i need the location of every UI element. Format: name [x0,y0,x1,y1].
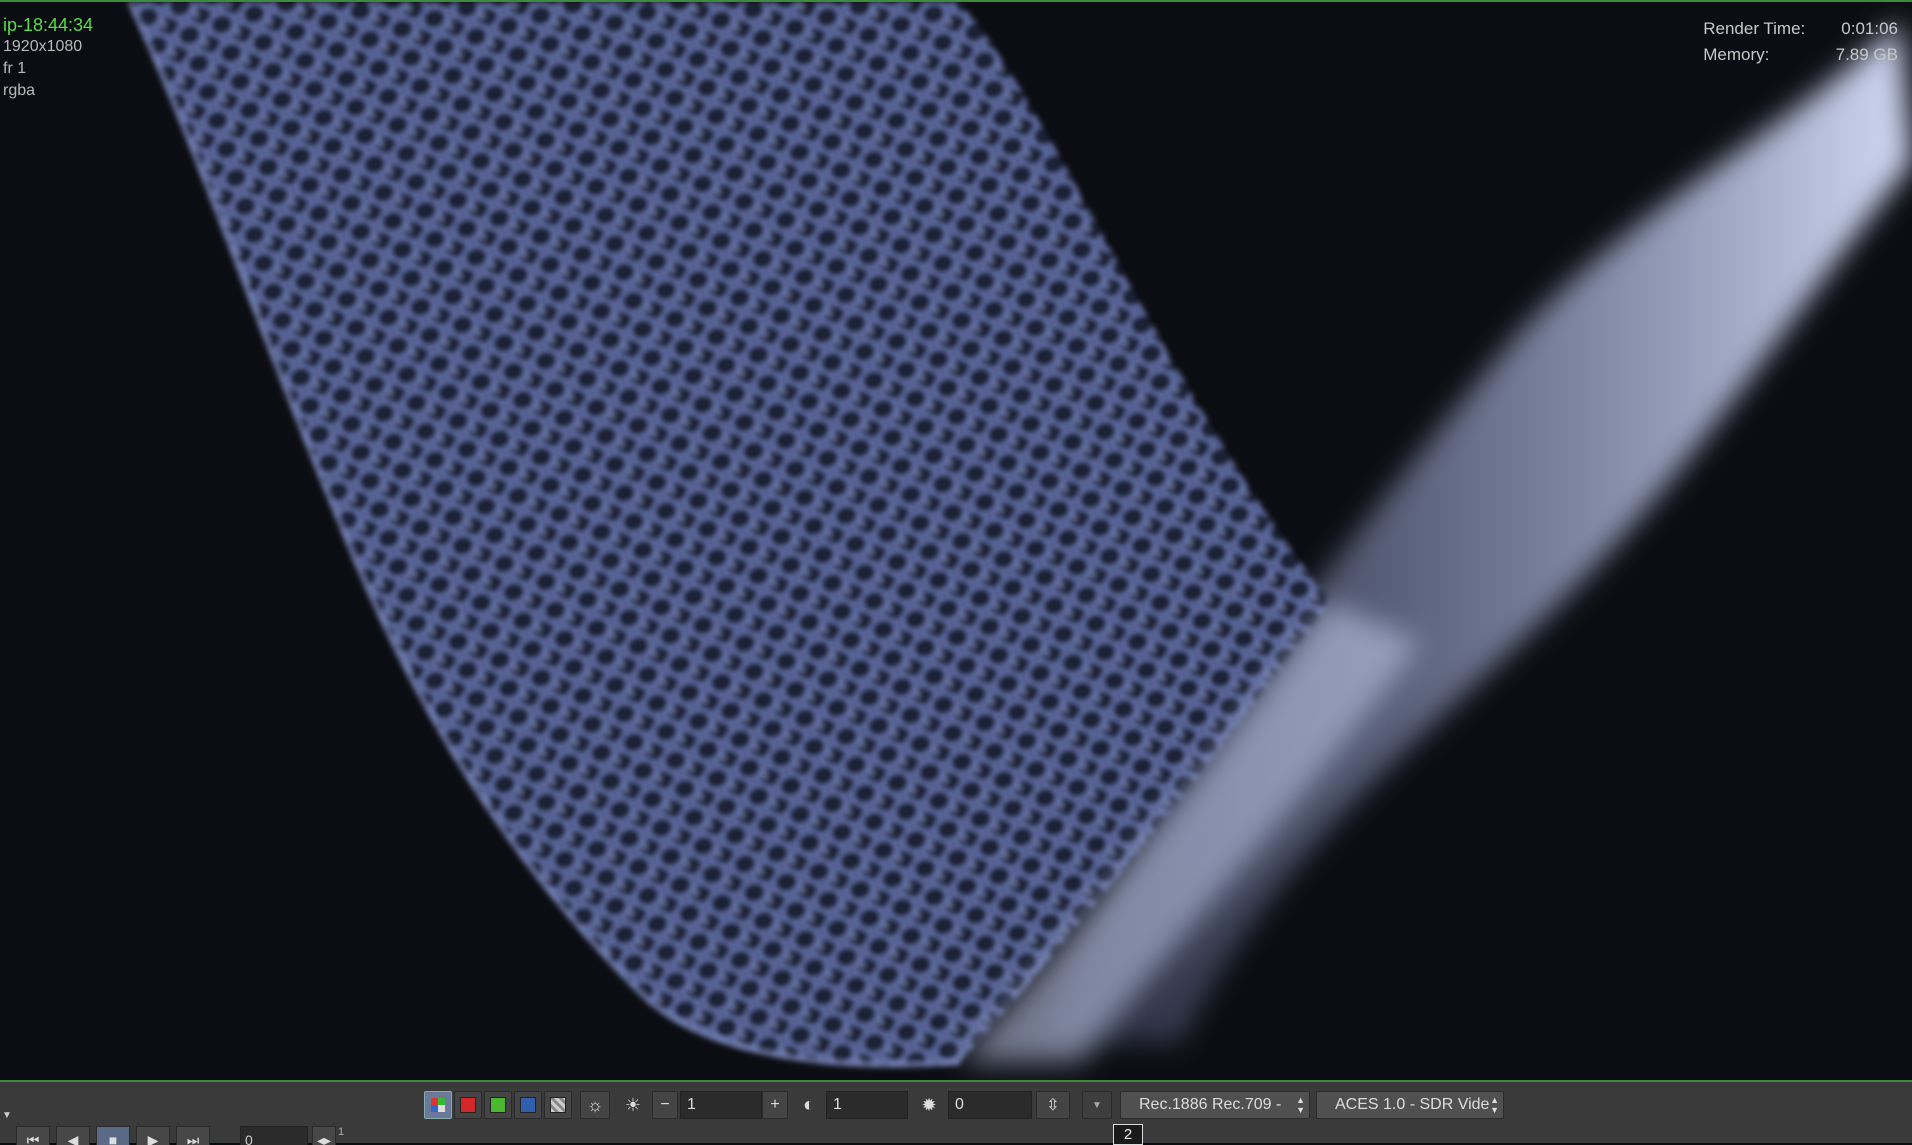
sun-icon: ☀ [624,1094,642,1115]
channels-label: rgba [3,82,36,99]
playback-controls: ⏮ ◀ ■ ▶ ⏭ 0 ◂▸ [16,1126,336,1145]
minus-icon: − [660,1096,670,1113]
gamma-button[interactable]: ◐ [794,1091,824,1119]
play-icon[interactable]: ▶ [136,1126,170,1145]
green-channel-button[interactable] [484,1091,512,1119]
display-colorspace-value: Rec.1886 Rec.709 - [1139,1096,1282,1113]
display-colorspace-dropdown[interactable]: Rec.1886 Rec.709 - ▲ ▼ [1120,1091,1310,1119]
current-frame-field[interactable]: 0 [240,1126,308,1145]
exposure-button[interactable]: ☀ [618,1091,648,1119]
render-image [0,2,1912,1080]
frame-range-label: 1 [338,1126,345,1138]
view-transform-value: ACES 1.0 - SDR Vide [1335,1096,1490,1113]
gamma-field[interactable]: 1 [826,1091,908,1119]
blue-swatch-icon [520,1097,536,1113]
render-viewport[interactable]: ip-18:44:34 1920x1080 fr 1 rgba Render T… [0,0,1912,1080]
contrast-circle-icon: ◐ [802,1093,816,1116]
plus-icon: + [770,1096,780,1113]
step-back-icon[interactable]: ◀ [56,1126,90,1145]
green-swatch-icon [490,1097,506,1113]
memory-label: Memory: [1703,45,1770,64]
offset-button[interactable]: ✹ [914,1091,944,1119]
lut-menu-button[interactable]: ▼ [1082,1091,1112,1119]
rgb-channel-button[interactable] [424,1091,452,1119]
red-swatch-icon [460,1097,476,1113]
resolution-label: 1920x1080 [3,38,83,55]
render-name: ip-18:44:34 [3,15,94,35]
skip-start-icon[interactable]: ⏮ [16,1126,50,1145]
fit-range-button[interactable]: ⇳ [1036,1091,1070,1119]
fit-range-icon: ⇳ [1046,1097,1060,1114]
sun-dotted-icon: ☼ [586,1094,604,1115]
rgb-channel-icon [431,1098,445,1112]
exposure-field[interactable]: 1 [680,1091,762,1119]
viewer-toolbar: ▼ ☼ ☀ − 1 + ◐ 1 ✹ 0 ⇳ ▼ Rec.1886 Rec.709… [0,1080,1912,1145]
frame-step-icon[interactable]: ◂▸ [312,1126,336,1145]
brightness-offset-icon: ✹ [921,1094,937,1115]
alpha-swatch-icon [550,1097,566,1113]
stop-icon[interactable]: ■ [96,1126,130,1145]
blue-channel-button[interactable] [514,1091,542,1119]
offset-field[interactable]: 0 [948,1091,1032,1119]
chevron-down-icon: ▼ [1092,1099,1102,1111]
exposure-plus-button[interactable]: + [762,1091,788,1119]
page-badge[interactable]: 2 [1113,1124,1143,1145]
spinner-arrows-icon: ▲ ▼ [1490,1095,1499,1115]
render-time-label: Render Time: [1703,19,1806,38]
frame-label: fr 1 [3,60,27,77]
spinner-arrows-icon: ▲ ▼ [1296,1095,1305,1115]
exposure-minus-button[interactable]: − [652,1091,678,1119]
alpha-channel-button[interactable] [544,1091,572,1119]
memory-value: 7.89 GB [1835,45,1898,64]
exposure-auto-button[interactable]: ☼ [580,1091,610,1119]
red-channel-button[interactable] [454,1091,482,1119]
render-time-value: 0:01:06 [1841,19,1898,38]
image-info-overlay: ip-18:44:34 1920x1080 fr 1 rgba [3,14,93,102]
skip-end-icon[interactable]: ⏭ [176,1126,210,1145]
view-transform-dropdown[interactable]: ACES 1.0 - SDR Vide ▲ ▼ [1316,1091,1504,1119]
render-stats-overlay: Render Time: 0:01:06 Memory: 7.89 GB [1703,16,1898,68]
